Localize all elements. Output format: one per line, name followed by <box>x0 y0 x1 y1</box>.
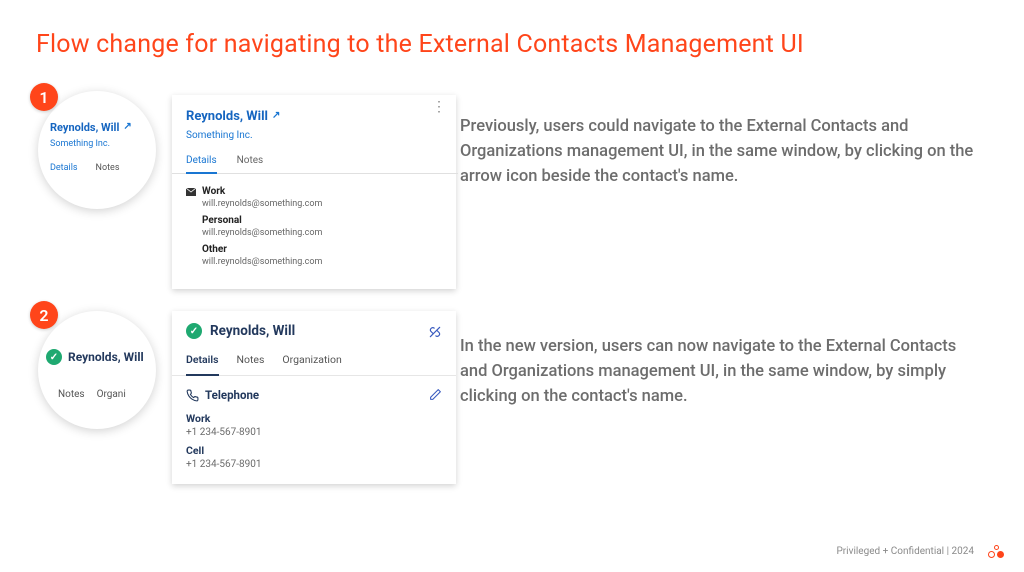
footer: Privileged + Confidential | 2024 <box>836 545 1004 558</box>
card1-tabs: Details Notes <box>172 155 458 174</box>
tab-details[interactable]: Details <box>186 353 219 376</box>
phone-icon <box>186 389 199 402</box>
email-other-label: Other <box>202 244 444 255</box>
email-personal-value: will.reynolds@something.com <box>202 228 444 238</box>
tab-notes[interactable]: Notes <box>58 389 85 400</box>
phone-cell-value: +1 234-567-8901 <box>186 459 442 470</box>
tab-notes[interactable]: Notes <box>237 155 264 173</box>
verified-check-icon: ✓ <box>46 349 62 365</box>
tab-details[interactable]: Details <box>50 163 78 173</box>
footer-text: Privileged + Confidential | 2024 <box>836 546 974 557</box>
email-work-value: will.reynolds@something.com <box>202 199 444 209</box>
unlink-icon[interactable] <box>428 325 442 339</box>
phone-cell-label: Cell <box>186 444 442 457</box>
contact-name-text: Reynolds, Will <box>186 109 268 124</box>
phone-work-label: Work <box>186 412 442 425</box>
tab-notes[interactable]: Notes <box>96 163 120 173</box>
brand-logo-icon <box>988 545 1004 558</box>
zoom1-contact-name[interactable]: Reynolds, Will ↗ <box>50 121 146 134</box>
telephone-section-header: Telephone <box>186 388 442 402</box>
contact-name-text: Reynolds, Will <box>50 121 119 134</box>
tab-notes[interactable]: Notes <box>237 353 265 375</box>
zoom-circle-1: Reynolds, Will ↗ Something Inc. Details … <box>38 91 156 209</box>
contact-name-text: Reynolds, Will <box>210 323 295 339</box>
open-arrow-icon[interactable]: ↗ <box>123 121 131 132</box>
open-arrow-icon[interactable]: ↗ <box>272 110 280 121</box>
step-2-description: In the new version, users can now naviga… <box>460 335 984 409</box>
tab-organization[interactable]: Organi <box>97 389 126 400</box>
zoom2-contact-name[interactable]: ✓ Reynolds, Will <box>46 349 148 365</box>
verified-check-icon: ✓ <box>186 323 202 339</box>
step-badge-1: 1 <box>30 83 58 111</box>
step-badge-2: 2 <box>30 301 58 329</box>
contact-name-link[interactable]: ✓ Reynolds, Will <box>186 323 442 339</box>
email-personal-label: Personal <box>202 215 444 226</box>
zoom-circle-2: ✓ Reynolds, Will Notes Organi <box>38 311 156 429</box>
step-1-row: 1 Reynolds, Will ↗ Something Inc. Detail… <box>36 85 988 289</box>
tab-organization[interactable]: Organization <box>282 353 341 375</box>
contact-name-link[interactable]: Reynolds, Will ↗ <box>186 109 444 124</box>
contact-name-text: Reynolds, Will <box>68 350 144 364</box>
slide: Flow change for navigating to the Extern… <box>0 0 1024 572</box>
phone-work-value: +1 234-567-8901 <box>186 427 442 438</box>
edit-icon[interactable] <box>429 388 442 401</box>
zoom1-org[interactable]: Something Inc. <box>50 139 146 149</box>
zoom1-tabs: Details Notes <box>50 163 146 173</box>
org-link[interactable]: Something Inc. <box>186 130 444 141</box>
step-1-description: Previously, users could navigate to the … <box>460 115 984 189</box>
tab-details[interactable]: Details <box>186 155 217 174</box>
page-title: Flow change for navigating to the Extern… <box>36 30 988 59</box>
mail-icon <box>186 188 196 196</box>
zoom2-tabs: Notes Organi <box>58 389 148 400</box>
step-2-row: 2 ✓ Reynolds, Will Notes Organi <box>36 305 988 484</box>
contact-card-old: ⋮ Reynolds, Will ↗ Something Inc. Detail… <box>172 95 456 289</box>
card2-tabs: Details Notes Organization <box>172 353 456 376</box>
email-work-label: Work <box>186 186 444 197</box>
contact-card-new: ✓ Reynolds, Will Details Notes Organizat… <box>172 311 456 484</box>
email-other-value: will.reynolds@something.com <box>202 257 444 267</box>
more-menu-icon[interactable]: ⋮ <box>432 105 446 111</box>
